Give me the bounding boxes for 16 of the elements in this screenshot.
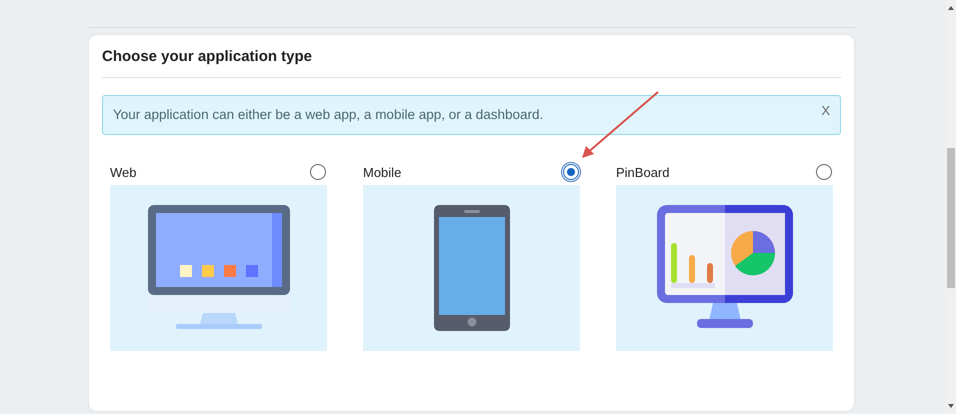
desktop-monitor-icon (148, 205, 290, 331)
scrollbar[interactable] (946, 0, 956, 414)
radio-button[interactable] (563, 164, 579, 180)
option-label: Mobile (363, 164, 402, 180)
radio-button[interactable] (816, 164, 832, 180)
alert-message: Your application can either be a web app, a mobile app, or a dashboard. (113, 107, 544, 122)
option-label: PinBoard (616, 164, 670, 180)
option-label: Web (110, 164, 136, 180)
scroll-down-icon[interactable] (948, 404, 954, 408)
scroll-up-icon[interactable] (948, 6, 954, 10)
card-title: Choose your application type (102, 47, 314, 67)
close-button[interactable]: X (821, 103, 830, 118)
scrollbar-thumb[interactable] (947, 148, 955, 288)
radio-button[interactable] (310, 164, 326, 180)
dashboard-monitor-icon (656, 205, 792, 331)
smartphone-icon (434, 205, 510, 331)
